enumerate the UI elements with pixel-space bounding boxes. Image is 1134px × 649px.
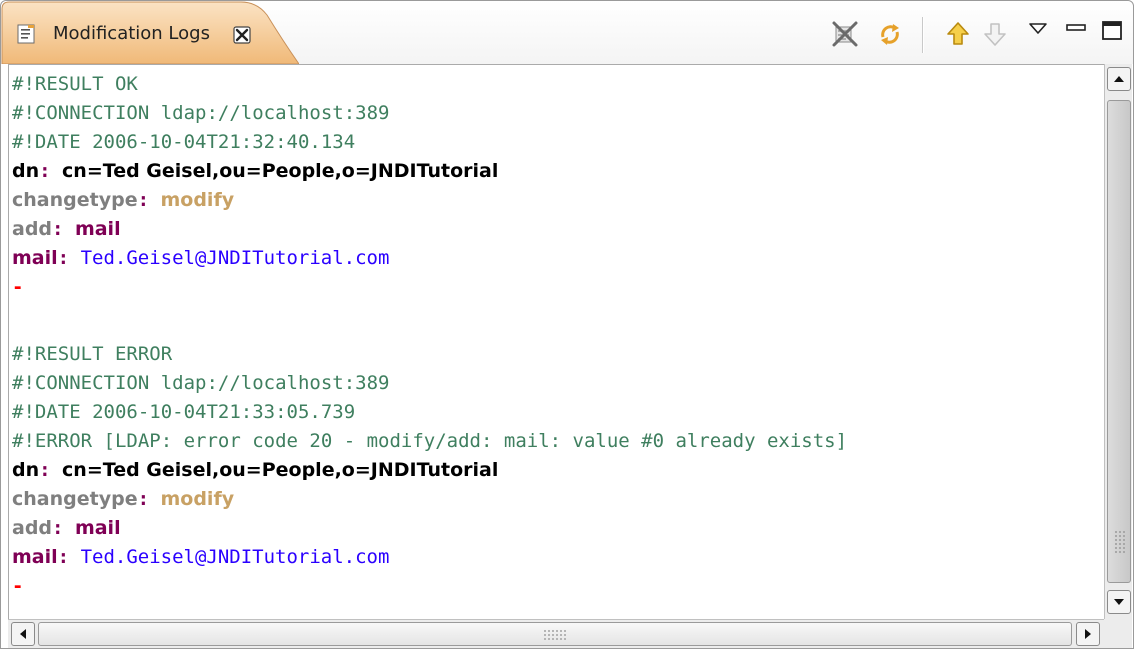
scroll-left-button[interactable] (11, 622, 35, 646)
dn-line: dn: cn=Ted Geisel,ou=People,o=JNDITutori… (12, 157, 498, 186)
grip-icon (1115, 531, 1125, 553)
dn-value: cn=Ted Geisel,ou=People,o=JNDITutorial (62, 459, 499, 481)
minimize-icon[interactable] (1061, 15, 1091, 45)
error-comment: #!ERROR [LDAP: error code 20 - modify/ad… (12, 430, 848, 452)
horizontal-scrollbar[interactable] (8, 619, 1104, 648)
arrow-up-icon[interactable] (943, 19, 973, 49)
dn-value: cn=Ted Geisel,ou=People,o=JNDITutorial (62, 160, 499, 182)
separator: : (57, 247, 70, 269)
date-comment: #!DATE 2006-10-04T21:32:40.134 (12, 131, 356, 153)
connection-comment: #!CONNECTION ldap://localhost:389 (12, 102, 390, 124)
vertical-scrollbar[interactable] (1104, 64, 1132, 619)
mail-key: mail (12, 247, 58, 269)
changetype-key: changetype (12, 488, 138, 510)
mail-value: Ted.Geisel@JNDITutorial.com (80, 546, 390, 568)
mail-key: mail (12, 546, 58, 568)
separator: : (52, 218, 64, 240)
changetype-line: changetype: modify (12, 485, 234, 514)
add-key: add (12, 517, 53, 539)
result-comment: #!RESULT ERROR (12, 343, 173, 365)
arrow-down-icon[interactable] (980, 19, 1010, 49)
add-line: add: mail (12, 215, 121, 244)
triangle-left-icon (20, 629, 26, 639)
add-value: mail (74, 218, 121, 240)
triangle-down-icon (1114, 599, 1124, 605)
changetype-line: changetype: modify (12, 186, 234, 215)
scroll-up-button[interactable] (1107, 67, 1131, 91)
separator: : (137, 189, 150, 211)
mail-line: mail: Ted.Geisel@JNDITutorial.com (12, 244, 389, 273)
separator: : (137, 488, 150, 510)
horizontal-scroll-thumb[interactable] (38, 622, 1072, 646)
vertical-scroll-thumb[interactable] (1107, 100, 1131, 583)
dn-key: dn (12, 160, 40, 182)
changetype-value: modify (160, 488, 235, 510)
separator: : (39, 160, 51, 182)
changetype-key: changetype (12, 189, 138, 211)
tab-modification-logs[interactable]: Modification Logs (1, 1, 299, 64)
date-comment: #!DATE 2006-10-04T21:33:05.739 (12, 401, 356, 423)
close-icon[interactable] (233, 26, 251, 44)
add-key: add (12, 218, 53, 240)
separator: : (39, 459, 51, 481)
clear-icon[interactable] (830, 19, 860, 49)
maximize-icon[interactable] (1097, 15, 1127, 45)
tab-title: Modification Logs (53, 23, 210, 44)
modification-logs-view: Modification Logs #!RESULT OK #!CONNECTI… (0, 0, 1134, 649)
entry-terminator: - (12, 276, 24, 298)
document-icon (17, 24, 35, 44)
grip-icon (544, 630, 566, 640)
triangle-right-icon (1085, 629, 1091, 639)
connection-comment: #!CONNECTION ldap://localhost:389 (12, 372, 390, 394)
ldif-log-editor[interactable]: #!RESULT OK #!CONNECTION ldap://localhos… (8, 64, 1104, 619)
view-menu-icon[interactable] (1023, 15, 1053, 45)
changetype-value: modify (160, 189, 235, 211)
add-value: mail (74, 517, 121, 539)
view-tab-bar: Modification Logs (1, 1, 1133, 64)
dn-key: dn (12, 459, 40, 481)
scrollbar-corner (1104, 619, 1132, 648)
triangle-up-icon (1114, 76, 1124, 82)
separator: : (57, 546, 70, 568)
scroll-right-button[interactable] (1076, 622, 1100, 646)
refresh-icon[interactable] (875, 19, 905, 49)
scroll-down-button[interactable] (1107, 590, 1131, 614)
dn-line: dn: cn=Ted Geisel,ou=People,o=JNDITutori… (12, 456, 498, 485)
add-line: add: mail (12, 514, 121, 543)
separator: : (52, 517, 64, 539)
mail-value: Ted.Geisel@JNDITutorial.com (80, 247, 390, 269)
mail-line: mail: Ted.Geisel@JNDITutorial.com (12, 543, 389, 572)
entry-terminator: - (12, 575, 24, 597)
toolbar-separator-highlight (923, 17, 924, 53)
result-comment: #!RESULT OK (12, 73, 138, 95)
